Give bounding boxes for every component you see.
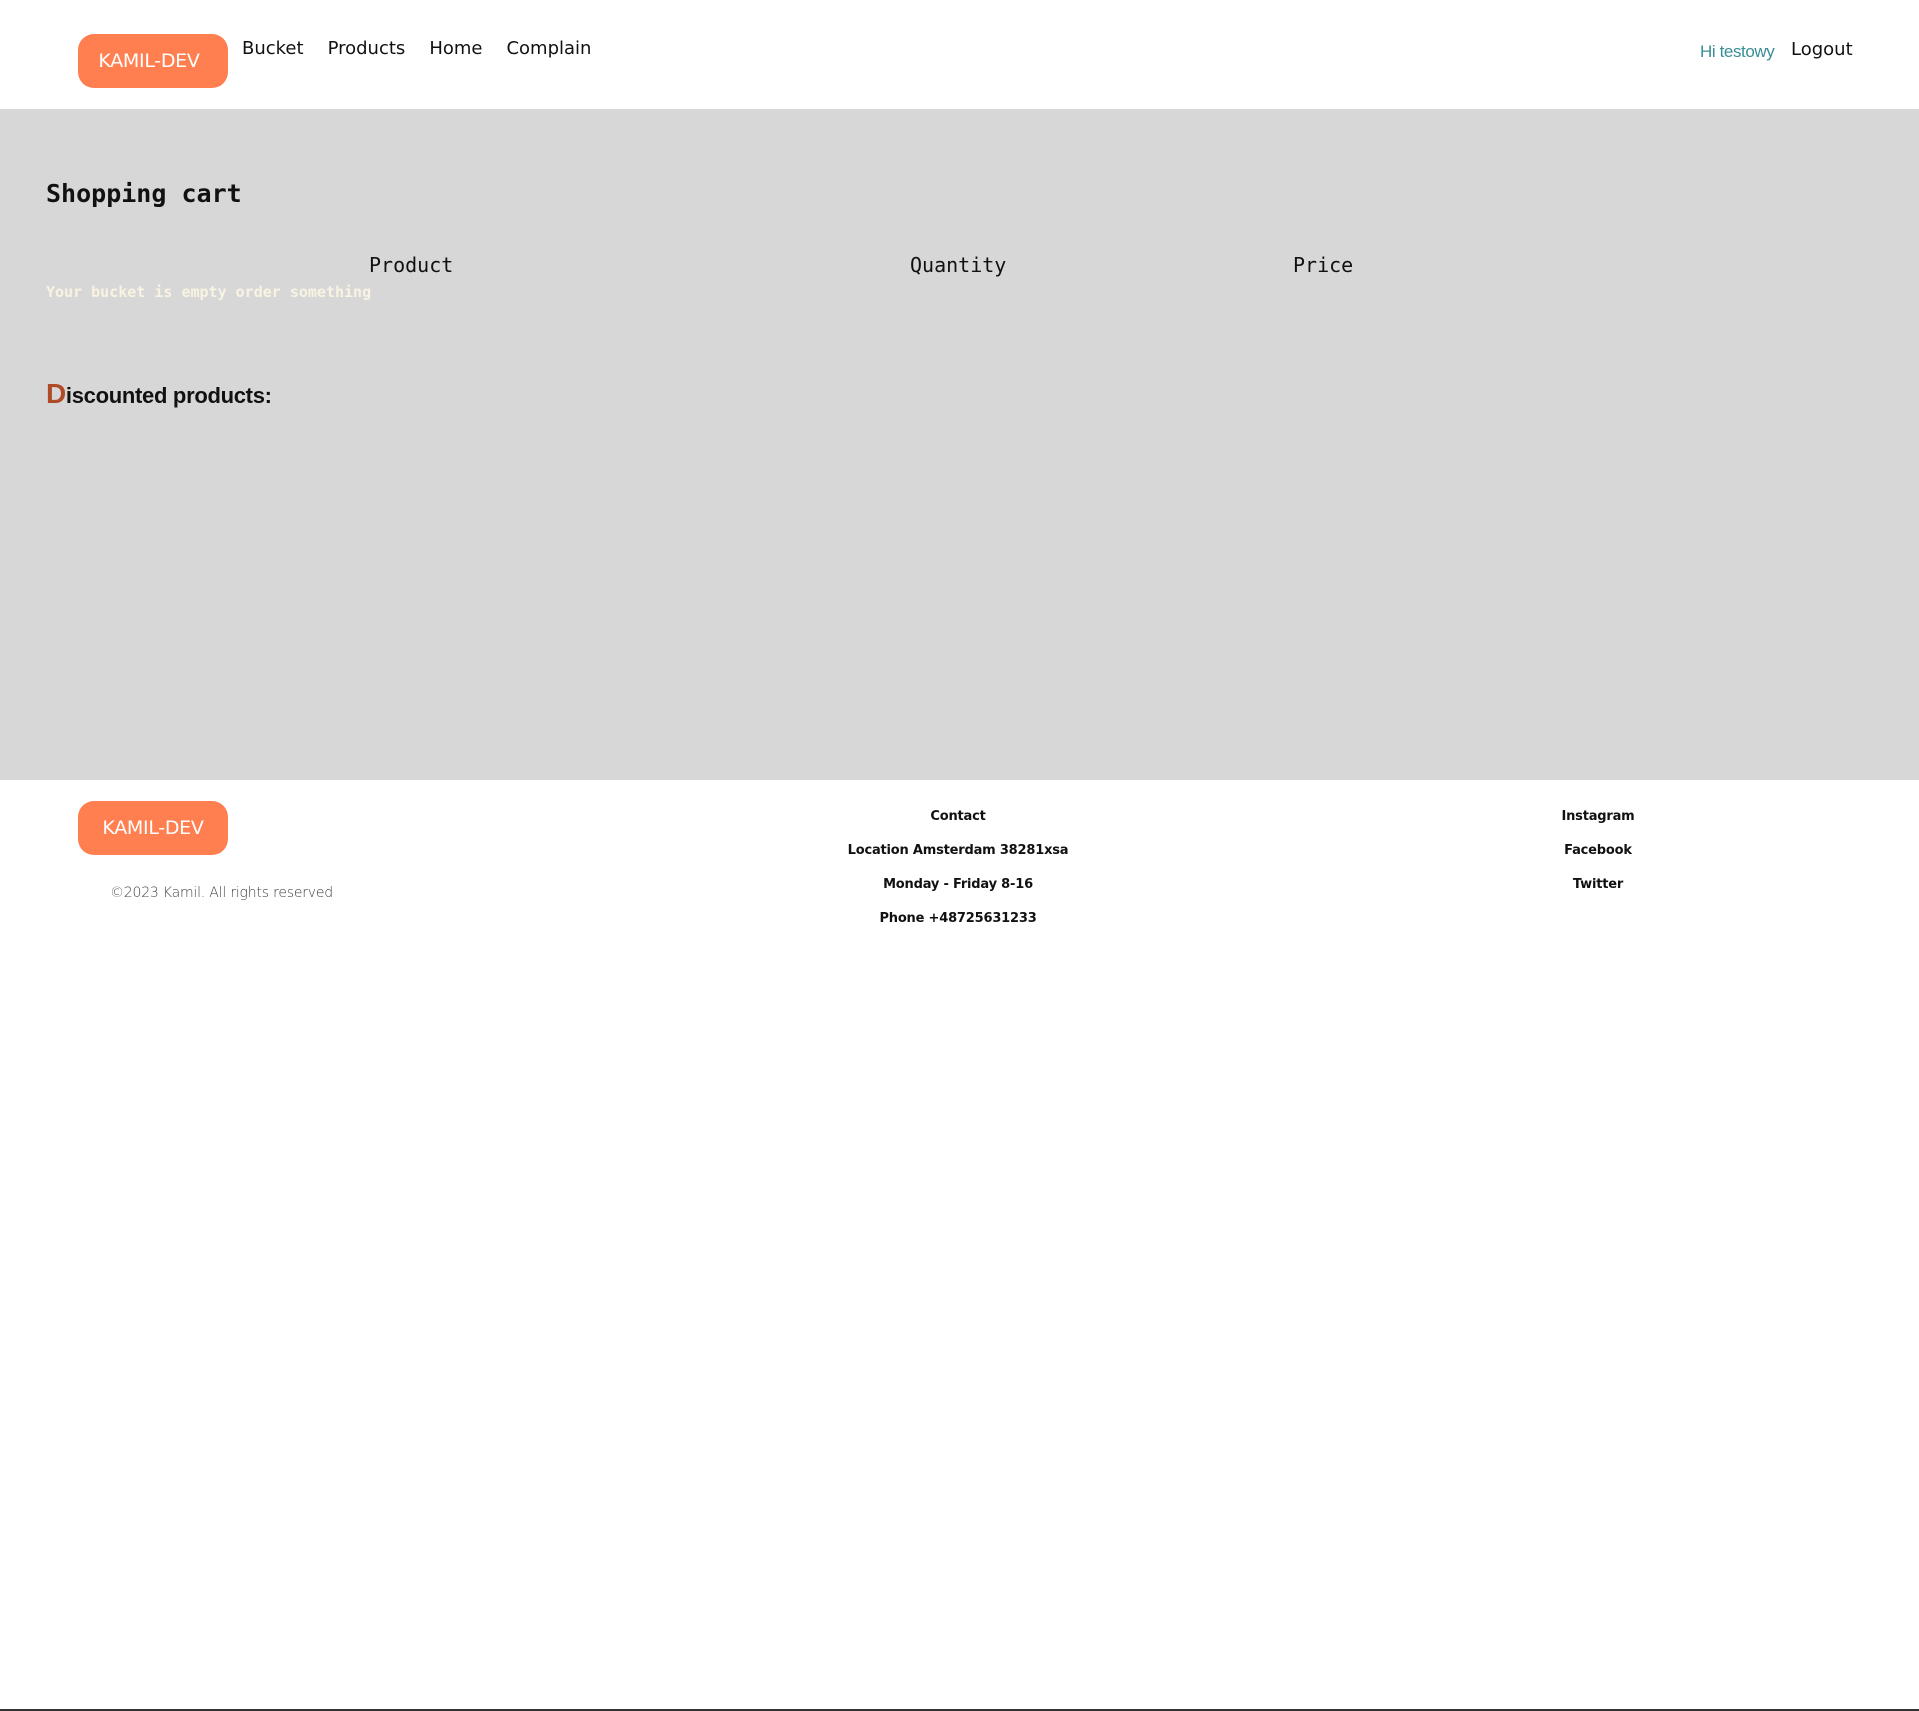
footer-hours: Monday - Friday 8-16 <box>883 877 1033 892</box>
logo-button[interactable]: KAMIL-DEV <box>78 34 228 88</box>
heading-rest: iscounted products: <box>65 383 272 408</box>
column-header-price: Price <box>1293 253 1354 277</box>
footer-link-facebook[interactable]: Facebook <box>1564 842 1632 876</box>
footer-link-instagram[interactable]: Instagram <box>1561 808 1634 842</box>
logout-link[interactable]: Logout <box>1791 39 1853 60</box>
top-navbar: KAMIL-DEV Bucket Products Home Complain … <box>0 0 1919 109</box>
discounted-products-heading: Discounted products: <box>46 378 272 410</box>
column-header-quantity: Quantity <box>910 253 1007 277</box>
footer-contact-heading[interactable]: Contact <box>930 808 985 842</box>
nav-link-home[interactable]: Home <box>429 38 482 59</box>
main-content: Shopping cart Product Quantity Price You… <box>0 109 1919 780</box>
user-greeting: Hi testowy <box>1700 42 1775 61</box>
column-header-product: Product <box>369 253 454 277</box>
footer-location: Location Amsterdam 38281xsa <box>847 843 1069 858</box>
footer: KAMIL-DEV ©2023 Kamil. All rights reserv… <box>0 780 1919 1711</box>
heading-initial: D <box>46 378 66 409</box>
copyright-text: ©2023 Kamil. All rights reserved <box>110 885 333 901</box>
nav-link-products[interactable]: Products <box>328 38 406 59</box>
main-nav: Bucket Products Home Complain <box>242 38 615 59</box>
page-title: Shopping cart <box>46 179 242 208</box>
footer-social-column: Instagram Facebook Twitter <box>1561 808 1634 910</box>
footer-logo-button[interactable]: KAMIL-DEV <box>78 801 228 855</box>
footer-phone: Phone +48725631233 <box>879 911 1037 926</box>
footer-contact-column: Contact Location Amsterdam 38281xsa Mond… <box>848 808 1069 944</box>
nav-link-complain[interactable]: Complain <box>506 38 591 59</box>
nav-link-bucket[interactable]: Bucket <box>242 38 304 59</box>
footer-link-twitter[interactable]: Twitter <box>1573 876 1623 910</box>
empty-cart-message: Your bucket is empty order something <box>46 283 372 301</box>
